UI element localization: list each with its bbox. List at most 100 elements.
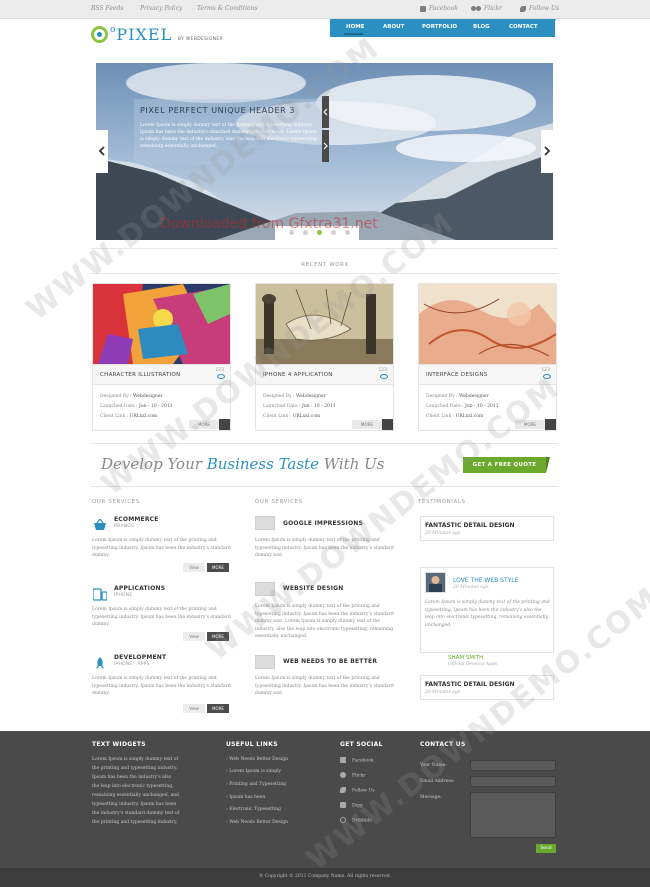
- service-body: Lorem Ipsum is simply dummy text of the …: [92, 538, 231, 558]
- launched-label: Launched Date :: [100, 404, 138, 409]
- useful-link-label: Printing and Typesetting: [229, 782, 286, 787]
- more-button[interactable]: MORE: [352, 420, 382, 429]
- client-label: Client Link :: [100, 414, 129, 419]
- useful-link-label: Lorem Ipsum is simply: [229, 769, 282, 774]
- service-title: ECOMMERCE: [114, 516, 159, 523]
- facebook-top-link[interactable]: Facebook: [420, 5, 458, 12]
- testimonial-title: LOVE THE WEB STYLE: [453, 577, 519, 584]
- twitter-bird-icon: [520, 5, 526, 12]
- more-button[interactable]: MORE: [207, 563, 229, 572]
- launched-value: Jun - 10 - 2011: [139, 404, 173, 409]
- email-input[interactable]: [470, 776, 556, 787]
- flickr-icon: [471, 5, 481, 12]
- useful-link[interactable]: › Printing and Typesetting: [226, 782, 286, 787]
- social-link-follow-us[interactable]: Follow Us: [340, 787, 375, 794]
- nav-fold: [548, 19, 556, 37]
- service-body: Lorem Ipsum is simply dummy text of the …: [92, 607, 231, 627]
- testimonial-time: 20 Minutes ago: [425, 690, 461, 695]
- web-icon: [255, 655, 275, 669]
- social-link-flickr[interactable]: Flickr: [340, 772, 365, 779]
- social-label: Facebook: [352, 758, 374, 764]
- useful-link-label: Web Needs Better Design: [229, 757, 288, 762]
- corner-arrow-icon[interactable]: [545, 419, 556, 430]
- character-illustration-image: [93, 284, 230, 364]
- logo-icon[interactable]: [91, 26, 108, 43]
- rss-feeds-link[interactable]: RSS Feeds: [91, 5, 123, 12]
- service-subtitle: IPHONE - APPS: [114, 662, 150, 667]
- work-titlebar: CHARACTER ILLUSTRATION 123: [93, 364, 230, 385]
- useful-link[interactable]: › Electronic Typesetting: [226, 807, 281, 812]
- client-link: Client Link : URLxxl.com: [426, 414, 483, 419]
- send-button[interactable]: Send: [536, 844, 556, 853]
- avatar: [425, 572, 446, 593]
- twitter-bird-icon: [340, 787, 346, 793]
- privacy-policy-link[interactable]: Privacy Policy: [140, 5, 182, 12]
- service-subtitle: IPHONE: [114, 593, 133, 598]
- launched-value: Jun - 10 - 2011: [465, 404, 499, 409]
- download-watermark: Downloaded from Gfxtra31.net: [160, 216, 378, 232]
- designed-by-value: Webdesigner: [133, 394, 163, 399]
- digg-icon: [340, 802, 346, 808]
- corner-arrow-icon[interactable]: [382, 419, 393, 430]
- more-button[interactable]: MORE: [207, 704, 229, 713]
- eye-icon: [380, 374, 388, 379]
- service-body: Lorem Ipsum is simply dummy text of the …: [255, 676, 394, 696]
- nav-blog[interactable]: BLOG: [473, 24, 490, 30]
- name-input[interactable]: [470, 760, 556, 771]
- social-link-facebook[interactable]: Facebook: [340, 757, 374, 764]
- designed-by-label: Designed By :: [100, 394, 132, 399]
- get-social-heading: GET SOCIAL: [340, 741, 383, 748]
- designed-by: Designed By : Webdesigner: [263, 394, 326, 399]
- testimonial-title: FANTASTIC DETAIL DESIGN: [425, 522, 515, 529]
- designed-by-value: Webdesigner: [296, 394, 326, 399]
- client-value[interactable]: URLxxl.com: [456, 414, 484, 419]
- useful-link[interactable]: › Web Needs Better Design: [226, 820, 288, 825]
- designed-by-label: Designed By :: [263, 394, 295, 399]
- text-widgets-body: Lorem Ipsum is simply dummy text of the …: [92, 757, 180, 825]
- client-value[interactable]: URLxxl.com: [293, 414, 321, 419]
- view-button[interactable]: View: [183, 563, 205, 572]
- devices-icon: [92, 586, 108, 601]
- launched-label: Launched Date :: [426, 404, 464, 409]
- caption-next-tab[interactable]: [322, 130, 329, 162]
- logo[interactable]: oPIXEL: [110, 25, 172, 44]
- launched-date: Launched Date : Jun - 10 - 2011: [426, 404, 499, 409]
- message-textarea[interactable]: [470, 792, 556, 838]
- nav-home[interactable]: HOME: [346, 24, 365, 30]
- launched-value: Jun - 10 - 2011: [302, 404, 336, 409]
- interface-designs-image: [419, 284, 556, 364]
- social-label: Flickr: [352, 773, 366, 779]
- follow-us-label: Follow Us: [529, 5, 560, 12]
- testimonial-time: 20 Minutes ago: [425, 531, 461, 536]
- terms-link[interactable]: Terms & Conditions: [197, 5, 258, 12]
- follow-us-top-link[interactable]: Follow Us: [520, 5, 559, 12]
- useful-link[interactable]: › Web Needs Better Design: [226, 757, 288, 762]
- nav-about[interactable]: ABOUT: [383, 24, 404, 30]
- nav-contact[interactable]: CONTACT: [509, 24, 538, 30]
- logo-tagline: BY WEBDESIGNER: [178, 37, 223, 42]
- launched-date: Launched Date : Jun - 10 - 2011: [263, 404, 336, 409]
- flickr-icon: [340, 772, 346, 778]
- nav-portfolio[interactable]: PORTFOLIO: [422, 24, 457, 30]
- client-label: Client Link :: [426, 414, 455, 419]
- work-title: INTERFACE DESIGNS: [426, 372, 488, 378]
- useful-link[interactable]: › Ipsum has been: [226, 795, 265, 800]
- services-heading: OUR SERVICES: [255, 499, 303, 505]
- flickr-top-link[interactable]: Flickr: [471, 5, 502, 12]
- view-button[interactable]: View: [183, 704, 205, 713]
- useful-link[interactable]: › Lorem Ipsum is simply: [226, 769, 281, 774]
- rocket-icon: [93, 655, 107, 669]
- cta-emphasis: Business Taste: [206, 455, 319, 473]
- facebook-label: Facebook: [429, 5, 458, 12]
- view-count: 123: [215, 368, 224, 373]
- launched-label: Launched Date :: [263, 404, 301, 409]
- slider-prev-button[interactable]: [96, 130, 108, 173]
- divider: [91, 248, 558, 249]
- useful-links-heading: USEFUL LINKS: [226, 741, 278, 748]
- testimonial-author-role: Official Develop Apps: [448, 662, 498, 667]
- slider-next-button[interactable]: [541, 130, 553, 173]
- button-fold: [546, 457, 550, 473]
- divider: [91, 273, 558, 274]
- client-value[interactable]: URLxxl.com: [130, 414, 158, 419]
- testimonial-card: LOVE THE WEB STYLE 20 Minutes ago Lorem …: [420, 567, 554, 653]
